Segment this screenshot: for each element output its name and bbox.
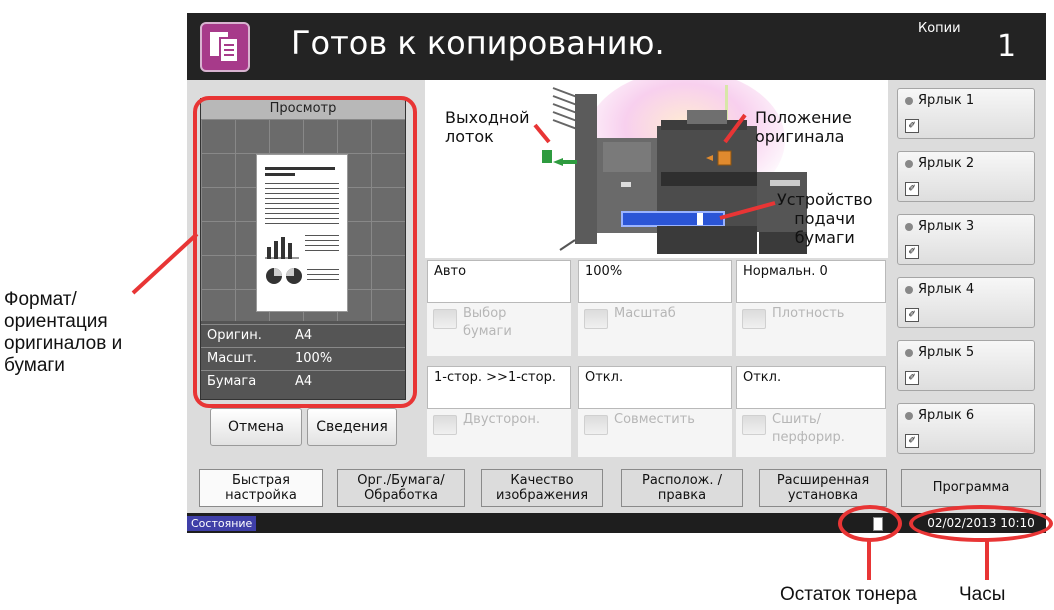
clock-annotation: Часы — [959, 584, 1006, 605]
annotation-lines — [131, 232, 989, 580]
format-orientation-annotation: Формат/ ориентация оригиналов и бумаги — [4, 289, 123, 376]
toner-annotation: Остаток тонера — [780, 584, 917, 605]
